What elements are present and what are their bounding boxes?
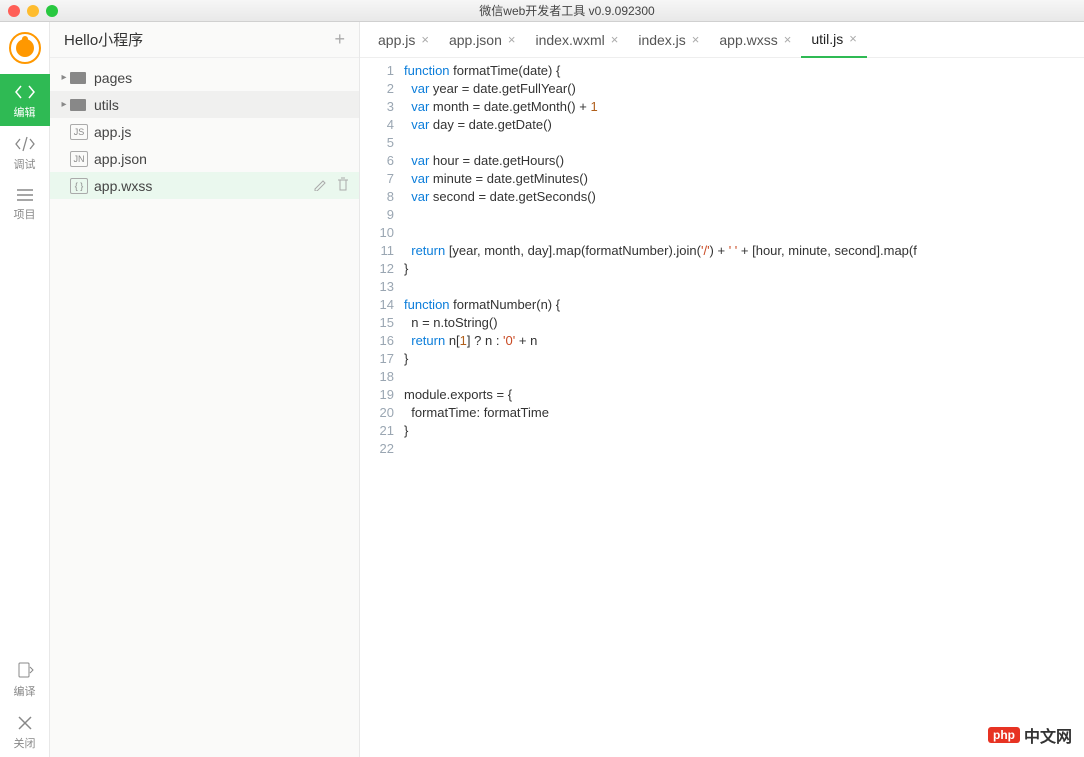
tab-close-icon[interactable]: × — [849, 31, 857, 46]
tab-close-icon[interactable]: × — [692, 32, 700, 47]
edit-icon[interactable] — [313, 177, 327, 194]
add-file-button[interactable]: + — [334, 29, 345, 50]
editor-tab[interactable]: app.js × — [368, 22, 439, 58]
editor-tab[interactable]: app.wxss × — [709, 22, 801, 58]
editor-tab[interactable]: app.json × — [439, 22, 526, 58]
file-name: app.js — [94, 124, 131, 140]
line-gutter: 1 2 3 4 5 6 7 8 9 10 11 12 13 14 15 16 1… — [360, 62, 404, 458]
editor-tab[interactable]: index.wxml × — [525, 22, 628, 58]
file-explorer: Hello小程序 + ▸ pages ▸ utils JS app.js JN app.jso… — [50, 22, 360, 757]
tab-label: util.js — [811, 31, 843, 47]
activity-edit[interactable]: 编辑 — [0, 74, 50, 126]
folder-icon — [70, 72, 86, 84]
activity-label: 项目 — [14, 209, 36, 221]
code-content[interactable]: function formatTime(date) { var year = d… — [404, 62, 1084, 458]
watermark: php 中文网 — [988, 723, 1072, 747]
compile-icon — [16, 661, 34, 679]
tab-label: app.json — [449, 32, 502, 48]
activity-close[interactable]: 关闭 — [0, 705, 50, 757]
watermark-badge: php — [988, 727, 1020, 743]
menu-icon — [15, 188, 35, 202]
chevron-right-icon: ▸ — [58, 99, 70, 110]
file-type-icon: JN — [70, 151, 88, 167]
tab-close-icon[interactable]: × — [508, 32, 516, 47]
tree-file[interactable]: JN app.json — [50, 145, 359, 172]
activity-bar: 编辑 调试 项目 编译 关闭 — [0, 22, 50, 757]
tree-folder[interactable]: ▸ pages — [50, 64, 359, 91]
file-type-icon: JS — [70, 124, 88, 140]
zoom-window-icon[interactable] — [46, 5, 58, 17]
close-icon — [17, 715, 33, 731]
activity-label: 关闭 — [14, 738, 36, 750]
tree-file[interactable]: JS app.js — [50, 118, 359, 145]
tab-close-icon[interactable]: × — [421, 32, 429, 47]
tab-label: index.wxml — [535, 32, 604, 48]
close-window-icon[interactable] — [8, 5, 20, 17]
activity-label: 调试 — [14, 159, 36, 171]
activity-project[interactable]: 项目 — [0, 178, 50, 228]
activity-compile[interactable]: 编译 — [0, 651, 50, 705]
project-name: Hello小程序 — [64, 29, 143, 50]
tab-label: index.js — [638, 32, 685, 48]
debug-icon — [15, 136, 35, 152]
tab-label: app.js — [378, 32, 415, 48]
file-name: utils — [94, 97, 119, 113]
traffic-lights — [8, 5, 58, 17]
tree-file[interactable]: { } app.wxss — [50, 172, 359, 199]
watermark-text: 中文网 — [1024, 723, 1072, 747]
tab-close-icon[interactable]: × — [784, 32, 792, 47]
code-editor[interactable]: 1 2 3 4 5 6 7 8 9 10 11 12 13 14 15 16 1… — [360, 58, 1084, 458]
folder-icon — [70, 99, 86, 111]
file-type-icon: { } — [70, 178, 88, 194]
minimize-window-icon[interactable] — [27, 5, 39, 17]
code-icon — [15, 84, 35, 100]
editor-pane: app.js×app.json×index.wxml×index.js×app.… — [360, 22, 1084, 757]
activity-label: 编译 — [14, 686, 36, 698]
editor-tabbar: app.js×app.json×index.wxml×index.js×app.… — [360, 22, 1084, 58]
window-title: 微信web开发者工具 v0.9.092300 — [58, 2, 1076, 19]
trash-icon[interactable] — [337, 177, 349, 194]
chevron-right-icon: ▸ — [58, 72, 70, 83]
file-name: app.wxss — [94, 178, 152, 194]
file-name: pages — [94, 70, 132, 86]
activity-debug[interactable]: 调试 — [0, 126, 50, 178]
editor-tab[interactable]: util.js × — [801, 22, 867, 58]
file-tree: ▸ pages ▸ utils JS app.js JN app.json { } app.wxs… — [50, 58, 359, 205]
tab-label: app.wxss — [719, 32, 777, 48]
app-logo-icon — [9, 32, 41, 64]
tree-folder[interactable]: ▸ utils — [50, 91, 359, 118]
editor-tab[interactable]: index.js × — [628, 22, 709, 58]
project-header: Hello小程序 + — [50, 22, 359, 58]
window-titlebar: 微信web开发者工具 v0.9.092300 — [0, 0, 1084, 22]
file-name: app.json — [94, 151, 147, 167]
activity-label: 编辑 — [14, 107, 36, 119]
tab-close-icon[interactable]: × — [611, 32, 619, 47]
